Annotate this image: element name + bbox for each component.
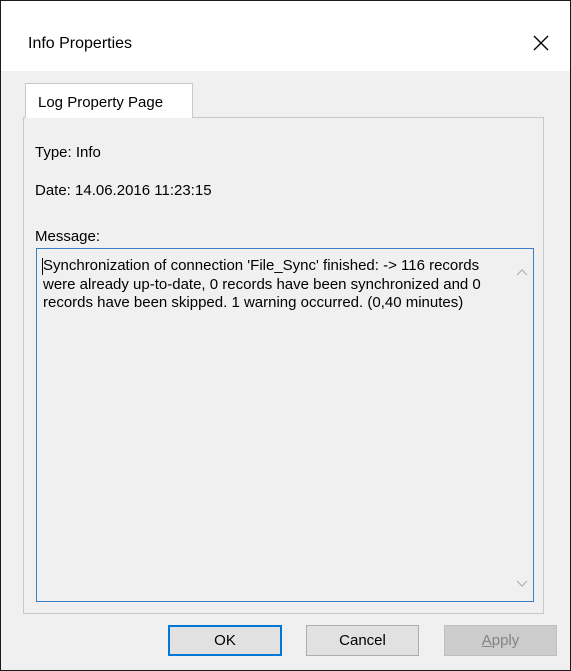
date-field: Date: 14.06.2016 11:23:15	[35, 182, 212, 199]
scroll-up-button[interactable]	[515, 267, 529, 277]
message-text: Synchronization of connection 'File_Sync…	[43, 257, 481, 311]
type-field: Type: Info	[35, 144, 101, 161]
scroll-down-button[interactable]	[515, 579, 529, 589]
apply-button[interactable]: Apply	[444, 625, 557, 656]
close-button[interactable]	[521, 25, 561, 61]
tab-log-property-page[interactable]: Log Property Page	[25, 83, 193, 118]
chevron-up-icon	[516, 269, 528, 276]
apply-label-rest: pply	[491, 632, 520, 649]
message-textarea[interactable]: Synchronization of connection 'File_Sync…	[36, 248, 534, 602]
title-bar: Info Properties	[1, 1, 570, 71]
close-icon	[533, 35, 549, 51]
ok-button[interactable]: OK	[168, 625, 282, 656]
tab-label: Log Property Page	[38, 94, 164, 111]
message-label: Message:	[35, 228, 101, 245]
dialog-window: Info Properties Log Property Page Type: …	[0, 0, 571, 671]
chevron-down-icon	[516, 580, 528, 587]
tab-panel: Type: Info Date: 14.06.2016 11:23:15 Mes…	[23, 117, 544, 614]
cancel-button[interactable]: Cancel	[306, 625, 419, 656]
window-title: Info Properties	[28, 35, 133, 52]
apply-mnemonic: A	[481, 632, 492, 649]
